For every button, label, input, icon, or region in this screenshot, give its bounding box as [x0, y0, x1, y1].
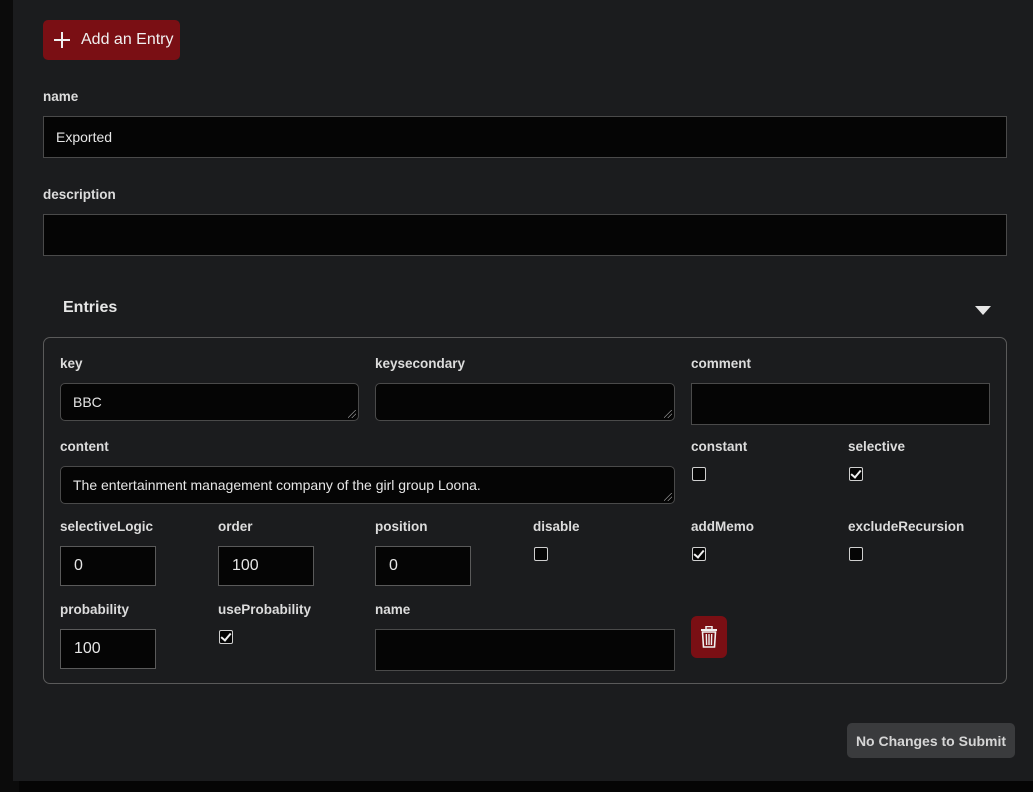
- add-entry-button[interactable]: Add an Entry: [43, 20, 180, 60]
- constant-label: constant: [691, 439, 748, 454]
- resize-handle[interactable]: [664, 493, 672, 501]
- keysecondary-input[interactable]: [375, 383, 675, 421]
- key-label: key: [60, 356, 83, 371]
- disable-label: disable: [533, 519, 580, 534]
- addmemo-label: addMemo: [691, 519, 755, 534]
- disable-checkbox[interactable]: [534, 547, 548, 561]
- resize-handle[interactable]: [664, 410, 672, 418]
- plus-icon: [53, 31, 71, 49]
- bottom-strip: [19, 781, 1033, 792]
- useprobability-checkbox[interactable]: [219, 630, 233, 644]
- key-input[interactable]: BBC: [60, 383, 359, 421]
- probability-input[interactable]: 100: [60, 629, 156, 669]
- content-input[interactable]: The entertainment management company of …: [60, 466, 675, 504]
- submit-button[interactable]: No Changes to Submit: [847, 723, 1015, 758]
- key-value: BBC: [73, 394, 102, 410]
- delete-entry-button[interactable]: [691, 616, 727, 658]
- comment-input[interactable]: [691, 383, 990, 425]
- name-input[interactable]: Exported: [43, 116, 1007, 158]
- constant-checkbox[interactable]: [692, 467, 706, 481]
- selective-checkbox[interactable]: [849, 467, 863, 481]
- description-label: description: [43, 187, 116, 202]
- position-label: position: [375, 519, 428, 534]
- entry-name-label: name: [375, 602, 411, 617]
- chevron-down-icon[interactable]: [975, 306, 991, 315]
- addmemo-checkbox[interactable]: [692, 547, 706, 561]
- selective-label: selective: [848, 439, 906, 454]
- order-label: order: [218, 519, 253, 534]
- content-label: content: [60, 439, 109, 454]
- comment-label: comment: [691, 356, 752, 371]
- excluderecursion-checkbox[interactable]: [849, 547, 863, 561]
- content-value: The entertainment management company of …: [73, 477, 481, 493]
- probability-label: probability: [60, 602, 130, 617]
- add-entry-label: Add an Entry: [81, 31, 174, 48]
- trash-icon: [701, 626, 717, 648]
- entries-title: Entries: [63, 299, 118, 316]
- resize-handle[interactable]: [348, 410, 356, 418]
- name-label: name: [43, 89, 79, 104]
- selectivelogic-label: selectiveLogic: [60, 519, 154, 534]
- entry-name-input[interactable]: [375, 629, 675, 671]
- description-input[interactable]: [43, 214, 1007, 256]
- keysecondary-label: keysecondary: [375, 356, 466, 371]
- useprobability-label: useProbability: [218, 602, 312, 617]
- excluderecursion-label: excludeRecursion: [848, 519, 965, 534]
- selectivelogic-input[interactable]: 0: [60, 546, 156, 586]
- position-input[interactable]: 0: [375, 546, 471, 586]
- order-input[interactable]: 100: [218, 546, 314, 586]
